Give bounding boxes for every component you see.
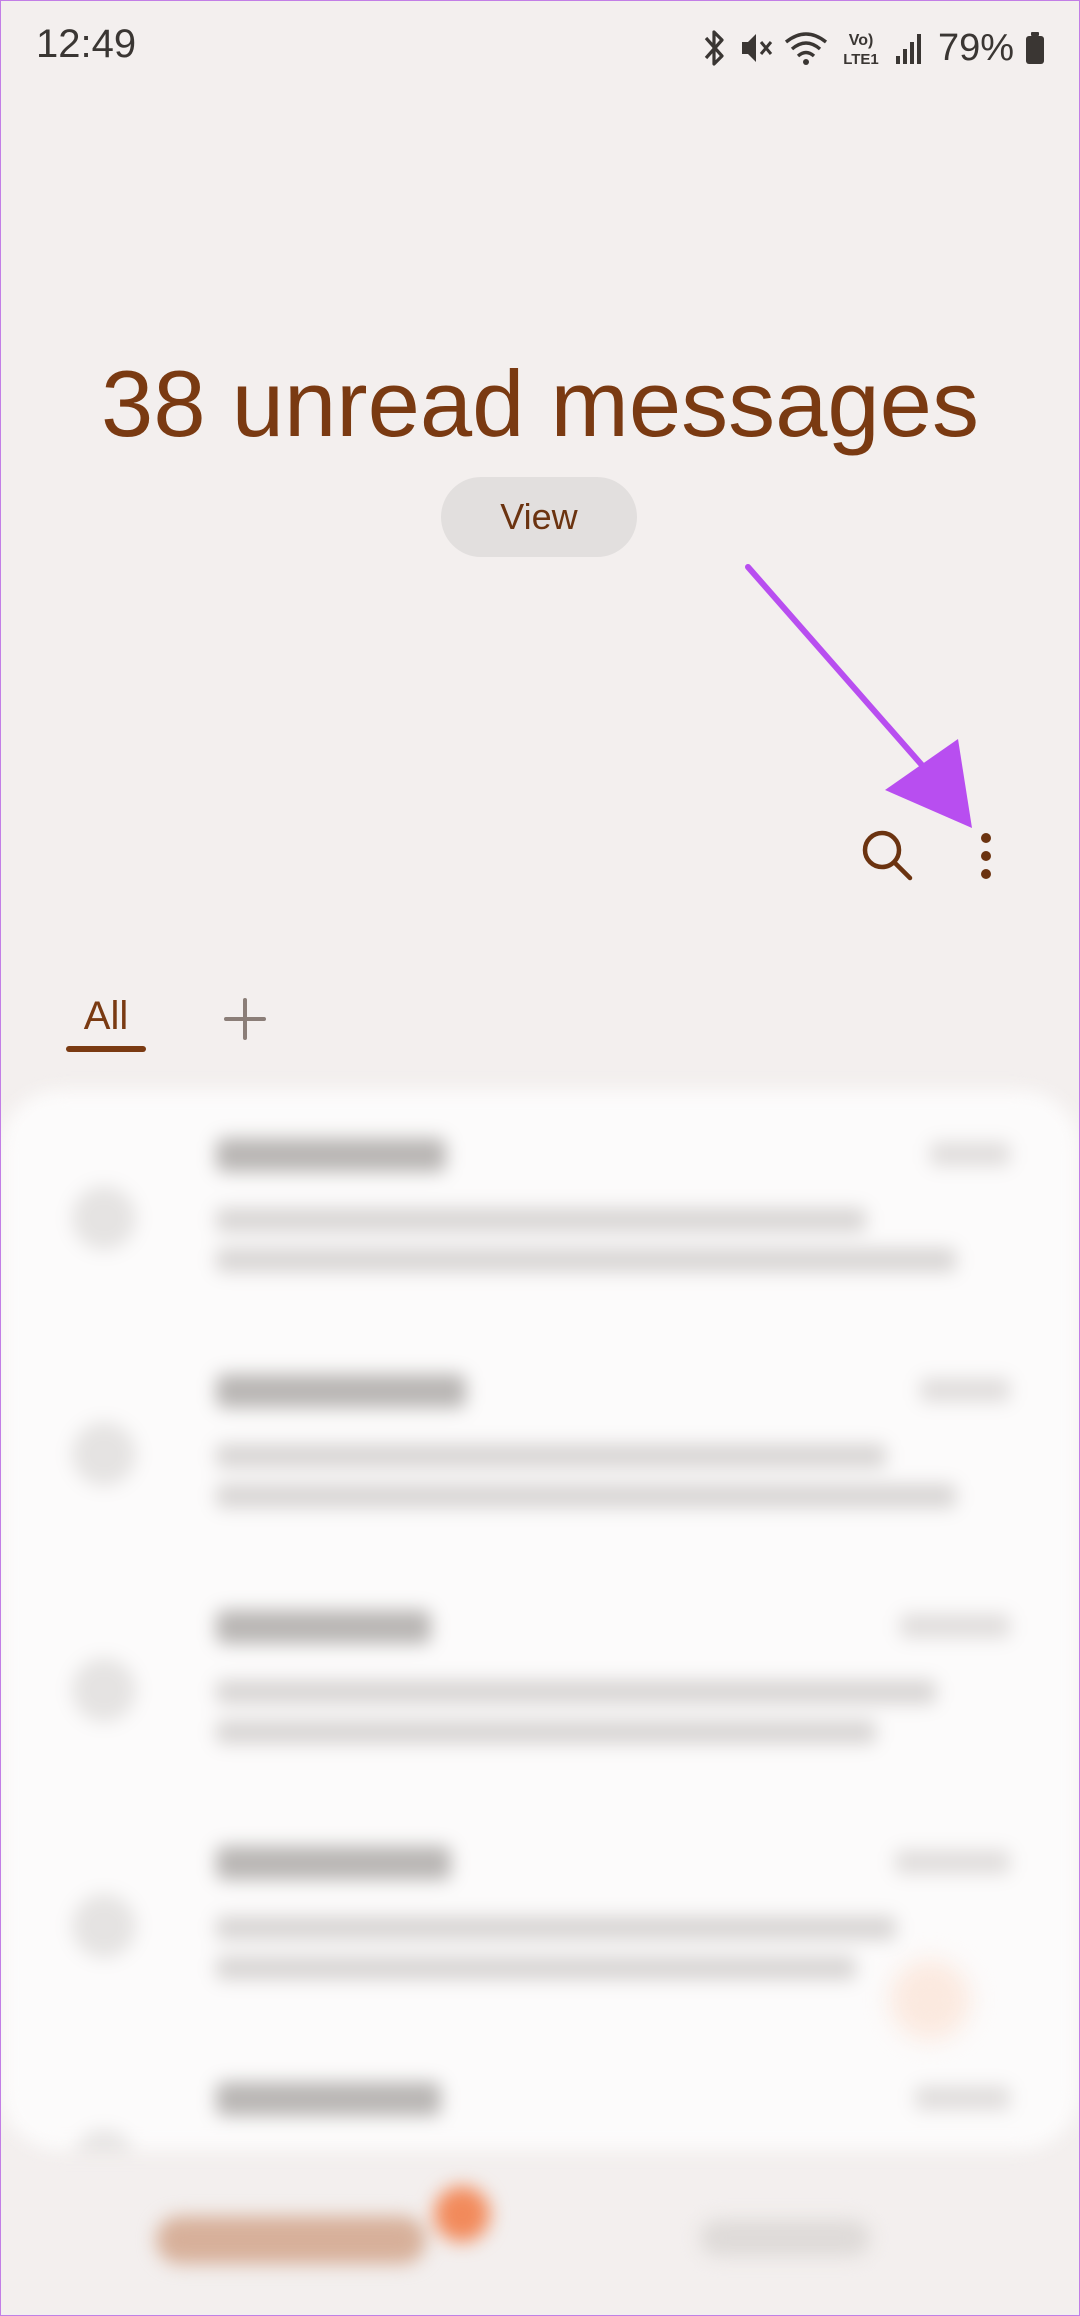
battery-percent: 79% xyxy=(937,26,1014,69)
view-unread-button[interactable]: View xyxy=(441,477,637,557)
tab-all[interactable]: All xyxy=(66,994,146,1054)
status-time: 12:49 xyxy=(36,22,137,66)
signal-icon xyxy=(895,34,921,64)
status-icons: Vo) LTE1 79% xyxy=(700,24,1046,72)
list-item-preview-placeholder xyxy=(216,1444,886,1468)
bottom-tab-conversations[interactable] xyxy=(156,2216,426,2264)
avatar xyxy=(72,1422,136,1486)
list-item-time-placeholder xyxy=(915,2086,1010,2110)
more-options-button[interactable] xyxy=(966,826,1006,886)
list-item-preview-placeholder xyxy=(216,1248,956,1272)
list-item-name-placeholder xyxy=(216,2082,441,2116)
tab-all-underline xyxy=(66,1046,146,1052)
plus-icon xyxy=(224,998,266,1040)
bluetooth-icon xyxy=(704,30,724,66)
list-item-name-placeholder xyxy=(216,1374,466,1408)
annotation-arrow xyxy=(745,564,972,828)
unread-badge xyxy=(434,2186,490,2242)
add-category-button[interactable] xyxy=(222,996,268,1042)
wifi-icon xyxy=(784,32,827,65)
list-item-preview-placeholder xyxy=(216,1720,876,1744)
svg-text:LTE1: LTE1 xyxy=(843,51,879,68)
avatar xyxy=(72,2130,136,2150)
avatar xyxy=(72,1894,136,1958)
svg-text:Vo): Vo) xyxy=(849,32,874,49)
more-options-icon xyxy=(981,833,991,879)
list-item-preview-placeholder xyxy=(216,1680,936,1704)
list-item-preview-placeholder xyxy=(216,1208,866,1232)
tab-all-label: All xyxy=(83,994,129,1038)
search-button[interactable] xyxy=(858,826,918,886)
list-item[interactable] xyxy=(0,1326,1080,1562)
list-item[interactable] xyxy=(0,2034,1080,2150)
list-item-name-placeholder xyxy=(216,1138,446,1172)
battery-icon xyxy=(1026,32,1044,64)
status-bar: 12:49 Vo) LTE1 79% xyxy=(0,0,1080,96)
unread-count-title: 38 unread messages xyxy=(101,351,979,456)
avatar xyxy=(72,1658,136,1722)
bottom-tab-contacts[interactable] xyxy=(700,2220,870,2256)
list-item-preview-placeholder xyxy=(216,1916,896,1940)
list-item-preview-placeholder xyxy=(216,1484,956,1508)
list-item[interactable] xyxy=(0,1090,1080,1326)
list-item-name-placeholder xyxy=(216,1610,431,1644)
compose-button[interactable] xyxy=(890,1960,970,2040)
search-icon xyxy=(862,830,913,881)
list-item-time-placeholder xyxy=(930,1142,1010,1166)
list-item[interactable] xyxy=(0,1562,1080,1798)
list-item-preview-placeholder xyxy=(216,1956,856,1980)
list-item-time-placeholder xyxy=(920,1378,1010,1402)
list-item-time-placeholder xyxy=(900,1614,1010,1638)
mute-icon xyxy=(741,34,773,62)
list-item-name-placeholder xyxy=(216,1846,451,1880)
bottom-navigation xyxy=(0,2150,1080,2316)
list-item-time-placeholder xyxy=(895,1850,1010,1874)
avatar xyxy=(72,1186,136,1250)
volte-icon: Vo) LTE1 xyxy=(843,32,879,68)
